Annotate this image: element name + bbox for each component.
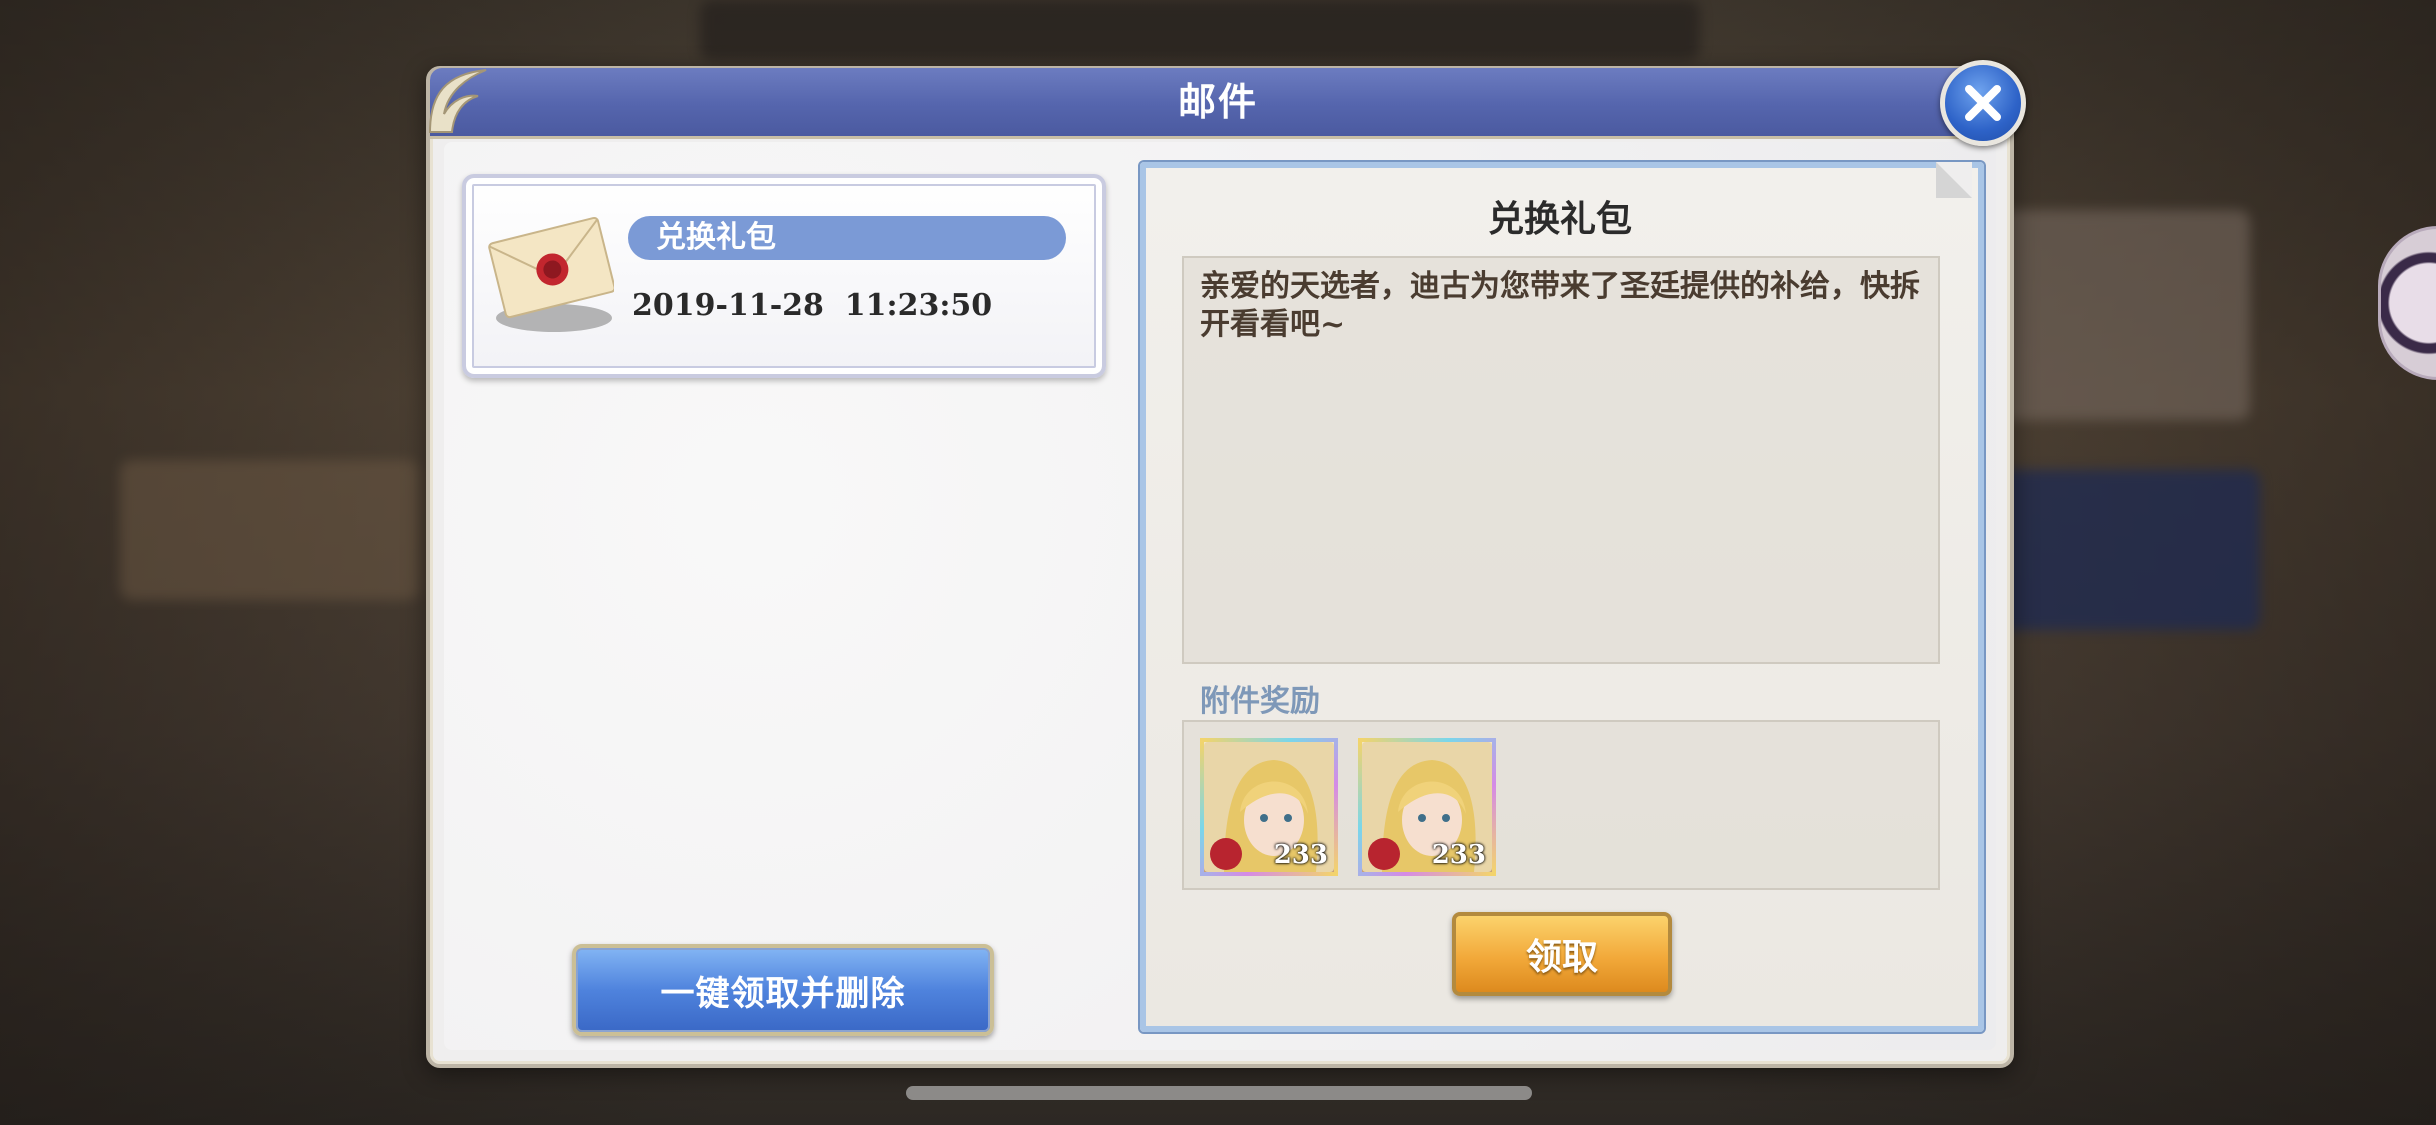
reward-item[interactable]: 233 (1200, 738, 1338, 876)
home-indicator[interactable] (906, 1086, 1532, 1100)
mail-message: 亲爱的天选者，迪古为您带来了圣廷提供的补给，快拆开看看吧~ (1200, 269, 1920, 342)
mail-item-name: 兑换礼包 (656, 220, 776, 255)
reward-item[interactable]: 233 (1358, 738, 1496, 876)
envelope-icon (488, 216, 614, 332)
mail-detail-title: 兑换礼包 (1487, 198, 1632, 240)
claim-button[interactable]: 领取 (1452, 912, 1672, 996)
reward-count: 233 (1431, 840, 1486, 870)
close-icon (1965, 85, 2001, 121)
claim-label: 领取 (1525, 936, 1598, 978)
background-shape (1990, 470, 2260, 630)
claim-all-and-delete-button[interactable]: 一键领取并删除 (572, 944, 994, 1036)
corner-ornament-icon (428, 69, 487, 133)
page-fold-corner (1936, 162, 1972, 198)
mail-item-date: 2019-11-28 11:23:50 (632, 288, 993, 323)
rewards-label: 附件奖励 (1200, 684, 1320, 719)
dialog-title: 邮件 (1177, 79, 1258, 124)
claim-all-label: 一键领取并删除 (660, 973, 906, 1014)
close-button[interactable] (1940, 60, 2026, 146)
reward-count: 233 (1273, 840, 1328, 870)
background-shape (700, 0, 1700, 60)
mail-list-item[interactable]: 兑换礼包 2019-11-28 11:23:50 (462, 174, 1106, 378)
background-shape (120, 460, 420, 600)
background-shape (1990, 210, 2250, 420)
